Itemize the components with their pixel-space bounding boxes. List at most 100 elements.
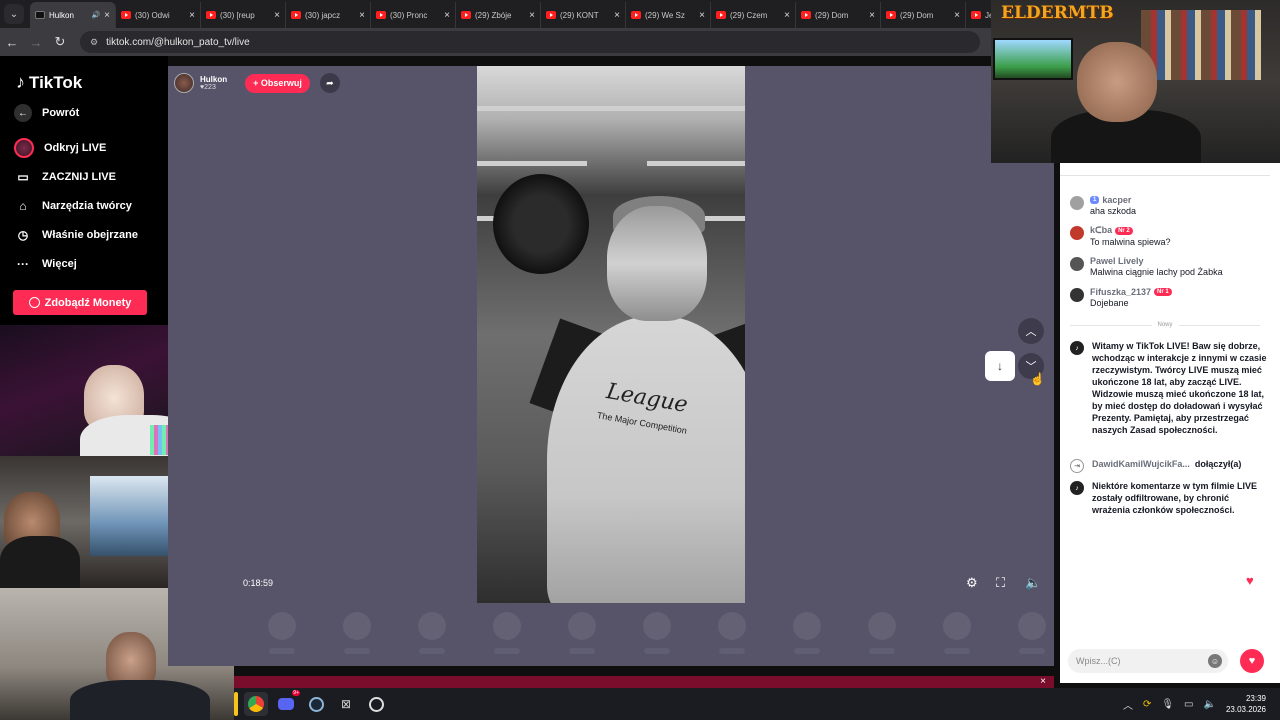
microphone-icon[interactable]: 🎙 bbox=[1161, 699, 1174, 710]
viewer-placeholder-line bbox=[269, 648, 295, 654]
speaker-icon[interactable]: 🔈 bbox=[1204, 699, 1216, 710]
reload-icon[interactable]: ↻ bbox=[48, 34, 72, 50]
viewer-placeholder-line bbox=[944, 648, 970, 654]
level-badge: 1 bbox=[1090, 196, 1100, 204]
network-icon[interactable]: ▭ bbox=[1184, 699, 1193, 710]
share-icon[interactable]: ➦ bbox=[319, 73, 340, 93]
tab-close-icon[interactable]: × bbox=[614, 10, 620, 21]
aquarium bbox=[993, 38, 1073, 80]
tab-search-chevron-icon[interactable]: ⌄ bbox=[4, 4, 24, 24]
browser-tab[interactable]: Hulkon 🔊 × bbox=[30, 2, 116, 28]
previous-live-button[interactable]: ︿ bbox=[1018, 318, 1044, 344]
browser-tab[interactable]: (29) We Sz × bbox=[626, 2, 711, 28]
sidebar-item-creator-tools[interactable]: ⌂ Narzędzia twórcy bbox=[14, 197, 132, 215]
viewer-placeholder-line bbox=[869, 648, 895, 654]
url-field[interactable]: ⚙ tiktok.com/@hulkon_pato_tv/live bbox=[80, 31, 980, 53]
tiktok-favicon-icon bbox=[35, 11, 45, 19]
tab-audio-icon[interactable]: 🔊 bbox=[91, 11, 100, 19]
host-avatar[interactable] bbox=[174, 73, 194, 93]
sidebar-item-recently-watched[interactable]: ◷ Właśnie obejrzane bbox=[14, 226, 138, 244]
viewer-placeholder bbox=[418, 612, 446, 640]
back-arrow-icon[interactable]: ← bbox=[0, 35, 24, 50]
chevron-up-icon[interactable]: ︿ bbox=[1123, 697, 1133, 712]
back-button[interactable]: ← Powrót bbox=[14, 104, 79, 122]
viewer-placeholder bbox=[568, 612, 596, 640]
join-user[interactable]: DawidKamilWujcikFa... bbox=[1092, 459, 1190, 469]
browser-tab[interactable]: (29) Dom × bbox=[881, 2, 966, 28]
fullscreen-icon[interactable]: ⛶ bbox=[996, 575, 1005, 591]
youtube-favicon-icon bbox=[631, 11, 641, 19]
more-dots-icon: ··· bbox=[17, 257, 29, 271]
sync-icon[interactable]: ⟳ bbox=[1143, 699, 1151, 710]
new-messages-divider: Nowy bbox=[1070, 322, 1261, 328]
tiktok-logo[interactable]: ♪ TikTok bbox=[16, 72, 82, 93]
back-label: Powrót bbox=[42, 107, 80, 119]
youtube-favicon-icon bbox=[971, 11, 981, 19]
video-camera-icon: ▭ bbox=[17, 170, 29, 184]
browser-tab[interactable]: (29) Zbóje × bbox=[456, 2, 541, 28]
avatar[interactable] bbox=[1070, 257, 1084, 271]
viewer-placeholder bbox=[868, 612, 896, 640]
avatar[interactable] bbox=[1070, 196, 1084, 210]
chat-username[interactable]: Fifuszka_2137 bbox=[1090, 287, 1151, 297]
host-info[interactable]: Hulkon ♥223 bbox=[200, 75, 227, 91]
chat-text: Dojebane bbox=[1090, 298, 1129, 308]
sidebar-item-discover-live[interactable]: Odkryj LIVE bbox=[14, 138, 106, 158]
tab-close-icon[interactable]: × bbox=[954, 10, 960, 21]
follow-button[interactable]: + Obserwuj bbox=[245, 73, 310, 93]
like-heart-button[interactable]: ♥ bbox=[1240, 649, 1264, 673]
site-settings-icon[interactable]: ⚙ bbox=[90, 37, 98, 48]
microphone bbox=[493, 174, 589, 274]
viewer-placeholder-line bbox=[1019, 648, 1045, 654]
steam-icon[interactable] bbox=[304, 692, 328, 716]
close-icon[interactable]: × bbox=[1040, 676, 1046, 687]
browser-tab[interactable]: (29) KONT × bbox=[541, 2, 626, 28]
viewer-placeholder bbox=[1018, 612, 1046, 640]
tab-close-icon[interactable]: × bbox=[274, 10, 280, 21]
chat-input[interactable]: Wpisz...(C) ☺ bbox=[1068, 649, 1228, 673]
viewer-placeholders bbox=[248, 606, 1048, 666]
browser-tab[interactable]: (29) Czem × bbox=[711, 2, 796, 28]
join-message: ⇥ DawidKamilWujcikFa... dołączył(a) bbox=[1070, 458, 1268, 473]
download-button[interactable]: ↓ bbox=[985, 351, 1015, 381]
tab-close-icon[interactable]: × bbox=[189, 10, 195, 21]
avatar[interactable] bbox=[1070, 226, 1084, 240]
viewer-placeholder-line bbox=[569, 648, 595, 654]
tab-close-icon[interactable]: × bbox=[529, 10, 535, 21]
browser-tab[interactable]: (30) japcz × bbox=[286, 2, 371, 28]
xbox-icon[interactable]: ⊠ bbox=[334, 692, 358, 716]
viewer-placeholder-line bbox=[644, 648, 670, 654]
avatar[interactable] bbox=[1070, 288, 1084, 302]
tab-close-icon[interactable]: × bbox=[359, 10, 365, 21]
browser-tab[interactable]: (29) Dom × bbox=[796, 2, 881, 28]
sidebar-item-start-live[interactable]: ▭ ZACZNIJ LIVE bbox=[14, 168, 116, 186]
viewer-placeholder bbox=[493, 612, 521, 640]
chat-username[interactable]: kacper bbox=[1102, 195, 1131, 205]
tab-title: (29) Dom bbox=[900, 10, 934, 20]
tab-close-icon[interactable]: × bbox=[784, 10, 790, 21]
clock[interactable]: 23:39 23.03.2026 bbox=[1226, 693, 1266, 715]
browser-tab[interactable]: (30) Pronc × bbox=[371, 2, 456, 28]
viewer-placeholder bbox=[793, 612, 821, 640]
tab-close-icon[interactable]: × bbox=[444, 10, 450, 21]
browser-tab[interactable]: (30) [reup × bbox=[201, 2, 286, 28]
settings-gear-icon[interactable]: ⚙ bbox=[966, 575, 978, 591]
browser-tab[interactable]: (30) Odwi × bbox=[116, 2, 201, 28]
tab-list: Hulkon 🔊 × (30) Odwi × (30) [reup × (30) japcz ×… bbox=[30, 0, 1000, 28]
forward-arrow-icon[interactable]: → bbox=[24, 35, 48, 50]
discord-icon[interactable]: 9+ bbox=[274, 690, 300, 716]
chat-username[interactable]: Pawel Lively bbox=[1090, 256, 1144, 266]
chat-text: aha szkoda bbox=[1090, 206, 1137, 216]
obs-icon[interactable] bbox=[364, 692, 388, 716]
tab-close-icon[interactable]: × bbox=[104, 10, 110, 21]
tab-close-icon[interactable]: × bbox=[869, 10, 875, 21]
sidebar-item-more[interactable]: ··· Więcej bbox=[14, 255, 77, 273]
tab-close-icon[interactable]: × bbox=[699, 10, 705, 21]
live-video[interactable]: League The Major Competition bbox=[477, 66, 745, 603]
tab-title: (29) KONT bbox=[560, 10, 599, 20]
get-coins-button[interactable]: Zdobądź Monety bbox=[13, 290, 147, 315]
chrome-icon[interactable] bbox=[244, 692, 268, 716]
volume-icon[interactable]: 🔈 bbox=[1025, 575, 1041, 591]
chat-username[interactable]: kᑕba bbox=[1090, 225, 1112, 236]
emoji-icon[interactable]: ☺ bbox=[1208, 654, 1222, 668]
